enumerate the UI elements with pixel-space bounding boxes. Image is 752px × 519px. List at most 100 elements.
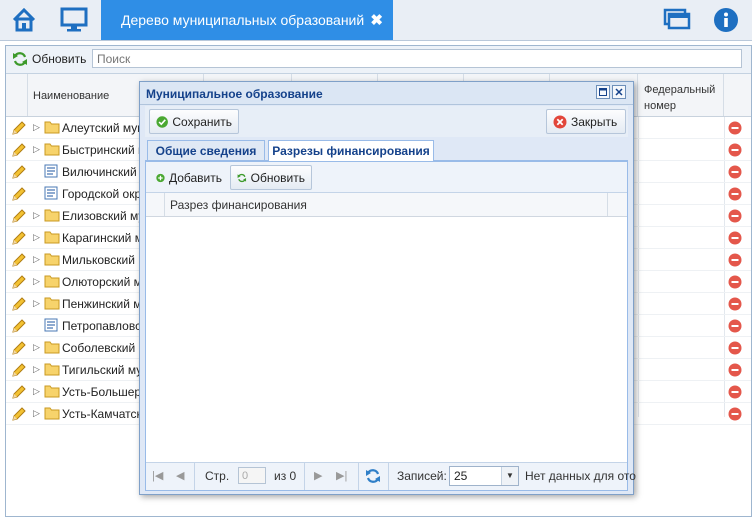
dialog-close-button[interactable] <box>612 85 626 99</box>
prev-page-icon[interactable]: ◀ <box>176 469 184 482</box>
check-icon <box>156 115 168 128</box>
expand-icon[interactable]: ▷ <box>33 298 40 309</box>
desktop-button[interactable] <box>50 0 98 40</box>
home-button[interactable] <box>0 0 48 40</box>
delete-icon[interactable] <box>728 341 742 358</box>
folder-icon <box>44 384 60 401</box>
row-name: Усть-Большере <box>62 385 148 399</box>
delete-icon[interactable] <box>728 385 742 402</box>
separator <box>194 463 195 490</box>
edit-icon[interactable] <box>11 340 27 359</box>
last-page-icon[interactable]: ▶| <box>336 469 347 482</box>
tab-close-icon[interactable]: ✖ <box>370 11 383 29</box>
windows-button[interactable] <box>654 0 702 40</box>
info-icon <box>714 8 738 32</box>
header-spacer <box>6 74 28 116</box>
edit-icon[interactable] <box>11 318 27 337</box>
delete-icon[interactable] <box>728 143 742 160</box>
edit-icon[interactable] <box>11 164 27 183</box>
empty-status: Нет данных для ото <box>525 469 636 483</box>
tab-municipal-tree[interactable]: Дерево муниципальных образований ✖ <box>101 0 393 40</box>
expand-icon[interactable]: ▷ <box>33 122 40 133</box>
folder-icon <box>44 362 60 379</box>
funding-grid-header: Разрез финансирования <box>146 193 627 217</box>
refresh-icon <box>13 52 27 66</box>
expand-icon[interactable]: ▷ <box>33 386 40 397</box>
first-page-icon[interactable]: |◀ <box>152 469 163 482</box>
folder-icon <box>44 230 60 247</box>
expand-icon[interactable]: ▷ <box>33 276 40 287</box>
delete-icon[interactable] <box>728 297 742 314</box>
pager-refresh-button[interactable] <box>365 468 381 487</box>
edit-icon[interactable] <box>11 296 27 315</box>
funding-toolbar: Добавить Обновить <box>146 162 627 193</box>
edit-icon[interactable] <box>11 406 27 425</box>
delete-icon[interactable] <box>728 253 742 270</box>
maximize-button[interactable] <box>596 85 610 99</box>
edit-icon[interactable] <box>11 186 27 205</box>
row-name: Усть-Камчатск <box>62 407 142 421</box>
header-spacer <box>146 193 165 216</box>
expand-icon[interactable]: ▷ <box>33 210 40 221</box>
top-bar: Дерево муниципальных образований ✖ <box>0 0 752 41</box>
edit-icon[interactable] <box>11 208 27 227</box>
folder-icon <box>44 340 60 357</box>
info-button[interactable] <box>702 0 750 40</box>
page-input[interactable] <box>238 467 266 484</box>
search-input[interactable] <box>92 49 742 68</box>
delete-icon[interactable] <box>728 165 742 182</box>
delete-icon[interactable] <box>728 121 742 138</box>
save-button[interactable]: Сохранить <box>149 109 239 134</box>
funding-refresh-label: Обновить <box>250 170 305 185</box>
delete-icon[interactable] <box>728 363 742 380</box>
expand-icon[interactable]: ▷ <box>33 232 40 243</box>
refresh-label: Обновить <box>32 52 87 66</box>
row-name: Елизовский мун <box>62 209 151 223</box>
edit-icon[interactable] <box>11 142 27 161</box>
column-header-funding-section[interactable]: Разрез финансирования <box>164 193 608 216</box>
cancel-icon <box>553 115 567 128</box>
document-icon <box>44 186 58 203</box>
edit-icon[interactable] <box>11 384 27 403</box>
add-button[interactable]: Добавить <box>149 165 229 190</box>
tab-general-info[interactable]: Общие сведения <box>147 140 265 160</box>
delete-icon[interactable] <box>728 231 742 248</box>
chevron-down-icon[interactable]: ▼ <box>501 467 518 485</box>
dialog-title-bar[interactable]: Муниципальное образование <box>140 82 633 105</box>
close-button[interactable]: Закрыть <box>546 109 626 134</box>
edit-icon[interactable] <box>11 274 27 293</box>
edit-icon[interactable] <box>11 120 27 139</box>
expand-icon[interactable]: ▷ <box>33 408 40 419</box>
refresh-button[interactable]: Обновить <box>12 51 86 67</box>
expand-icon[interactable]: ▷ <box>33 342 40 353</box>
tab-funding-sections[interactable]: Разрезы финансирования <box>268 140 434 161</box>
pager: |◀ ◀ Стр. из 0 ▶ ▶| Записей: 25 <box>146 462 636 490</box>
folder-icon <box>44 252 60 269</box>
records-per-page-select[interactable]: 25 ▼ <box>449 466 519 486</box>
delete-icon[interactable] <box>728 187 742 204</box>
next-page-icon[interactable]: ▶ <box>314 469 322 482</box>
page-count: из 0 <box>274 469 297 483</box>
tab-title: Дерево муниципальных образований <box>121 12 365 28</box>
add-icon <box>156 173 165 182</box>
delete-icon[interactable] <box>728 275 742 292</box>
edit-icon[interactable] <box>11 362 27 381</box>
dialog-tabs: Общие сведения Разрезы финансирования <box>145 138 628 161</box>
records-value: 25 <box>454 469 468 483</box>
delete-icon[interactable] <box>728 209 742 226</box>
expand-icon[interactable]: ▷ <box>33 364 40 375</box>
main-toolbar: Обновить <box>6 46 751 74</box>
delete-icon[interactable] <box>728 407 742 424</box>
delete-icon[interactable] <box>728 319 742 336</box>
tab-label: Разрезы финансирования <box>272 144 430 158</box>
document-icon <box>44 318 58 335</box>
expand-icon[interactable]: ▷ <box>33 254 40 265</box>
funding-refresh-button[interactable]: Обновить <box>230 165 312 190</box>
dialog-title: Муниципальное образование <box>146 87 323 101</box>
expand-icon[interactable]: ▷ <box>33 144 40 155</box>
column-federal-label-1: Федеральный <box>644 84 716 96</box>
edit-icon[interactable] <box>11 252 27 271</box>
column-header-federal-number[interactable]: Федеральный номер <box>638 74 724 116</box>
edit-icon[interactable] <box>11 230 27 249</box>
folder-icon <box>44 406 60 423</box>
